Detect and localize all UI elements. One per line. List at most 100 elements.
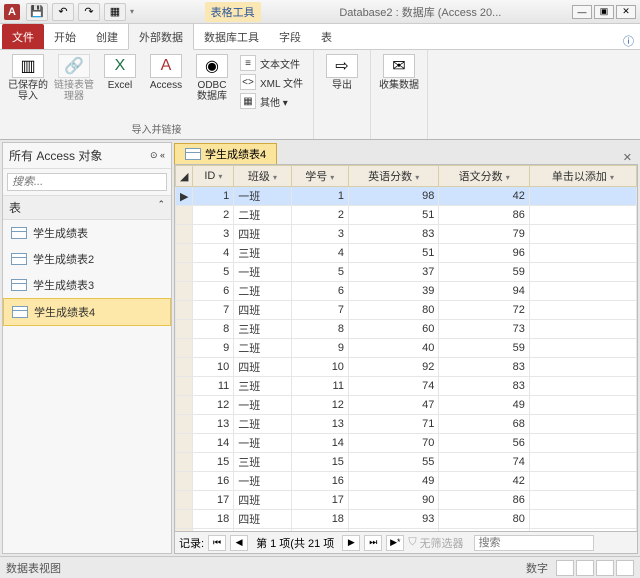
cell[interactable]: 12 [291, 396, 348, 415]
table-row[interactable]: 6二班63994 [176, 282, 637, 301]
row-selector[interactable] [176, 339, 193, 358]
cell[interactable]: 98 [348, 187, 438, 206]
help-icon[interactable]: ⓘ [623, 33, 634, 49]
cell[interactable]: 三班 [234, 377, 291, 396]
row-selector[interactable] [176, 320, 193, 339]
cell[interactable]: 四班 [234, 510, 291, 529]
cell[interactable]: 79 [439, 225, 529, 244]
row-selector[interactable] [176, 472, 193, 491]
cell[interactable] [529, 415, 636, 434]
cell[interactable]: 49 [348, 472, 438, 491]
app-icon[interactable]: A [4, 4, 20, 20]
cell[interactable]: 11 [193, 377, 234, 396]
cell[interactable]: 14 [291, 434, 348, 453]
cell[interactable]: 1 [291, 187, 348, 206]
export-button[interactable]: ⇨ 导出 [320, 52, 364, 93]
nav-item-table[interactable]: 学生成绩表4 [3, 298, 171, 326]
odbc-button[interactable]: ◉ ODBC 数据库 [190, 52, 234, 104]
cell[interactable] [529, 225, 636, 244]
table-row[interactable]: 7四班78072 [176, 301, 637, 320]
cell[interactable]: 10 [193, 358, 234, 377]
cell[interactable]: 9 [193, 339, 234, 358]
cell[interactable]: 三班 [234, 244, 291, 263]
cell[interactable]: 2 [291, 206, 348, 225]
cell[interactable]: 四班 [234, 301, 291, 320]
cell[interactable]: 40 [348, 339, 438, 358]
chevron-down-icon[interactable]: ▾ [330, 173, 334, 182]
cell[interactable]: 10 [291, 358, 348, 377]
cell[interactable]: 80 [348, 301, 438, 320]
table-row[interactable]: 14一班147056 [176, 434, 637, 453]
cell[interactable]: 7 [193, 301, 234, 320]
cell[interactable] [529, 377, 636, 396]
table-row[interactable]: 2二班25186 [176, 206, 637, 225]
column-header[interactable]: 英语分数 ▾ [348, 166, 438, 187]
qat-more-icon[interactable]: ▾ [130, 7, 134, 16]
cell[interactable]: 74 [439, 453, 529, 472]
qat-save-icon[interactable]: 💾 [26, 3, 48, 21]
cell[interactable]: 4 [291, 244, 348, 263]
cell[interactable]: 7 [291, 301, 348, 320]
nav-first-button[interactable]: ⏮ [208, 535, 226, 551]
chevron-down-icon[interactable]: ▾ [415, 173, 419, 182]
cell[interactable]: 3 [193, 225, 234, 244]
table-row[interactable]: 15三班155574 [176, 453, 637, 472]
cell[interactable]: 60 [348, 320, 438, 339]
row-selector[interactable] [176, 377, 193, 396]
tab-table[interactable]: 表 [311, 24, 342, 49]
cell[interactable]: 四班 [234, 491, 291, 510]
cell[interactable]: 15 [291, 453, 348, 472]
cell[interactable] [529, 358, 636, 377]
cell[interactable]: 42 [439, 472, 529, 491]
row-selector[interactable] [176, 434, 193, 453]
table-row[interactable]: 13二班137168 [176, 415, 637, 434]
cell[interactable] [529, 206, 636, 225]
cell[interactable]: 5 [193, 263, 234, 282]
cell[interactable]: 71 [348, 415, 438, 434]
cell[interactable]: 93 [348, 510, 438, 529]
column-header[interactable]: 班级 ▾ [234, 166, 291, 187]
cell[interactable]: 55 [348, 453, 438, 472]
doc-tab-active[interactable]: 学生成绩表4 [174, 143, 277, 164]
row-selector[interactable] [176, 301, 193, 320]
cell[interactable]: 四班 [234, 225, 291, 244]
cell[interactable] [529, 453, 636, 472]
row-selector[interactable]: ▶ [176, 187, 193, 206]
cell[interactable]: 18 [291, 510, 348, 529]
table-row[interactable]: ▶1一班19842 [176, 187, 637, 206]
cell[interactable]: 一班 [234, 472, 291, 491]
cell[interactable]: 17 [291, 491, 348, 510]
cell[interactable]: 83 [348, 225, 438, 244]
view-datasheet-button[interactable] [556, 560, 574, 576]
record-search-input[interactable] [474, 535, 594, 551]
view-design-button[interactable] [576, 560, 594, 576]
cell[interactable]: 51 [348, 206, 438, 225]
cell[interactable]: 5 [291, 263, 348, 282]
minimize-button[interactable]: — [572, 5, 592, 19]
cell[interactable]: 74 [348, 377, 438, 396]
cell[interactable]: 13 [291, 415, 348, 434]
table-row[interactable]: 16一班164942 [176, 472, 637, 491]
collect-data-button[interactable]: ✉ 收集数据 [377, 52, 421, 93]
tab-file[interactable]: 文件 [2, 24, 44, 49]
cell[interactable]: 83 [439, 377, 529, 396]
tab-fields[interactable]: 字段 [269, 24, 311, 49]
nav-item-table[interactable]: 学生成绩表2 [3, 246, 171, 272]
select-all-cell[interactable]: ◢ [176, 166, 193, 187]
cell[interactable]: 三班 [234, 320, 291, 339]
cell[interactable]: 1 [193, 187, 234, 206]
row-selector[interactable] [176, 206, 193, 225]
cell[interactable]: 49 [439, 396, 529, 415]
column-header[interactable]: 单击以添加 ▾ [529, 166, 636, 187]
cell[interactable]: 一班 [234, 263, 291, 282]
column-header[interactable]: ID ▾ [193, 166, 234, 187]
row-selector[interactable] [176, 244, 193, 263]
cell[interactable]: 39 [348, 282, 438, 301]
cell[interactable]: 94 [439, 282, 529, 301]
row-selector[interactable] [176, 282, 193, 301]
cell[interactable] [529, 282, 636, 301]
table-row[interactable]: 17四班179086 [176, 491, 637, 510]
cell[interactable]: 83 [439, 358, 529, 377]
cell[interactable]: 14 [193, 434, 234, 453]
xml-file-button[interactable]: <>XML 文件 [236, 73, 307, 91]
